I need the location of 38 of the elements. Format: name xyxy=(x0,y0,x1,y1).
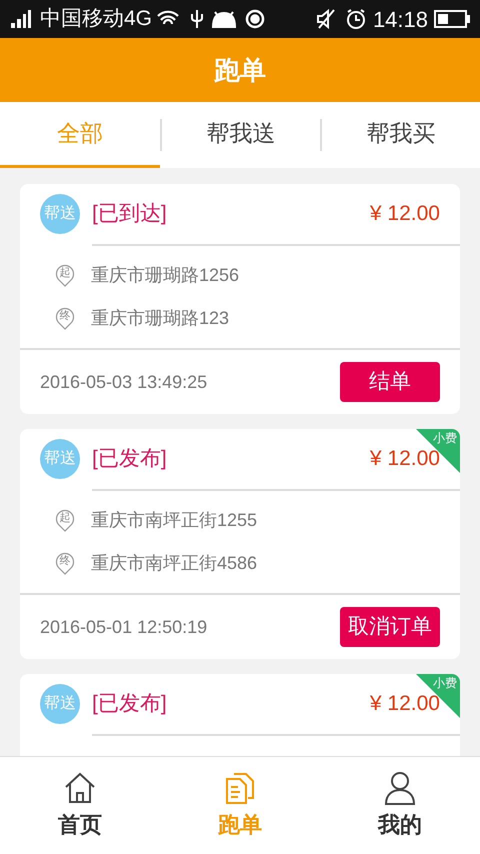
type-badge: 帮送 xyxy=(40,439,80,479)
location-pin-icon: 起 xyxy=(55,508,75,532)
location-pin-icon: 起 xyxy=(55,264,75,288)
battery-icon xyxy=(434,9,470,29)
dropoff-address: 重庆市南坪正街4586 xyxy=(91,552,258,575)
carrier-name: 中国移动4G xyxy=(40,6,152,32)
clock-time: 14:18 xyxy=(372,6,428,34)
order-time: 2016-05-03 13:49:25 xyxy=(40,370,208,394)
order-action-button[interactable]: 取消订单 xyxy=(340,607,440,647)
dropoff-address: 重庆市珊瑚路123 xyxy=(91,307,230,330)
usb-icon xyxy=(190,8,204,30)
order-price: ¥ 12.00 xyxy=(370,201,440,228)
order-action-button[interactable]: 结单 xyxy=(340,362,440,402)
nav-tab[interactable]: 首页 xyxy=(0,757,160,854)
type-badge: 帮送 xyxy=(40,194,80,234)
signal-icon xyxy=(10,9,32,29)
page-title: 跑单 xyxy=(214,54,266,86)
order-status: [已到达] xyxy=(92,201,167,228)
target-icon xyxy=(244,8,266,30)
mute-icon xyxy=(314,8,337,30)
person-icon xyxy=(382,770,418,806)
tip-label: 小费 xyxy=(433,676,457,690)
location-pin-icon: 终 xyxy=(55,552,75,576)
order-status: [已发布] xyxy=(92,691,167,718)
pickup-address: 重庆市南坪正街1255 xyxy=(91,509,258,532)
nav-tab[interactable]: 我的 xyxy=(320,757,480,854)
android-icon xyxy=(210,9,238,29)
order-time: 2016-05-01 12:50:19 xyxy=(40,616,208,638)
order-price: ¥ 12.00 xyxy=(370,691,440,718)
order-price: ¥ 12.00 xyxy=(370,446,440,472)
tab[interactable]: 帮我买 xyxy=(322,102,480,168)
alarm-clock-icon xyxy=(344,8,367,30)
tab[interactable]: 帮我送 xyxy=(162,102,320,168)
type-badge: 帮送 xyxy=(40,684,80,724)
pickup-address: 重庆市珊瑚路1256 xyxy=(91,264,240,287)
tip-label: 小费 xyxy=(433,431,457,445)
order-status: [已发布] xyxy=(92,446,167,472)
location-pin-icon: 终 xyxy=(55,306,75,330)
